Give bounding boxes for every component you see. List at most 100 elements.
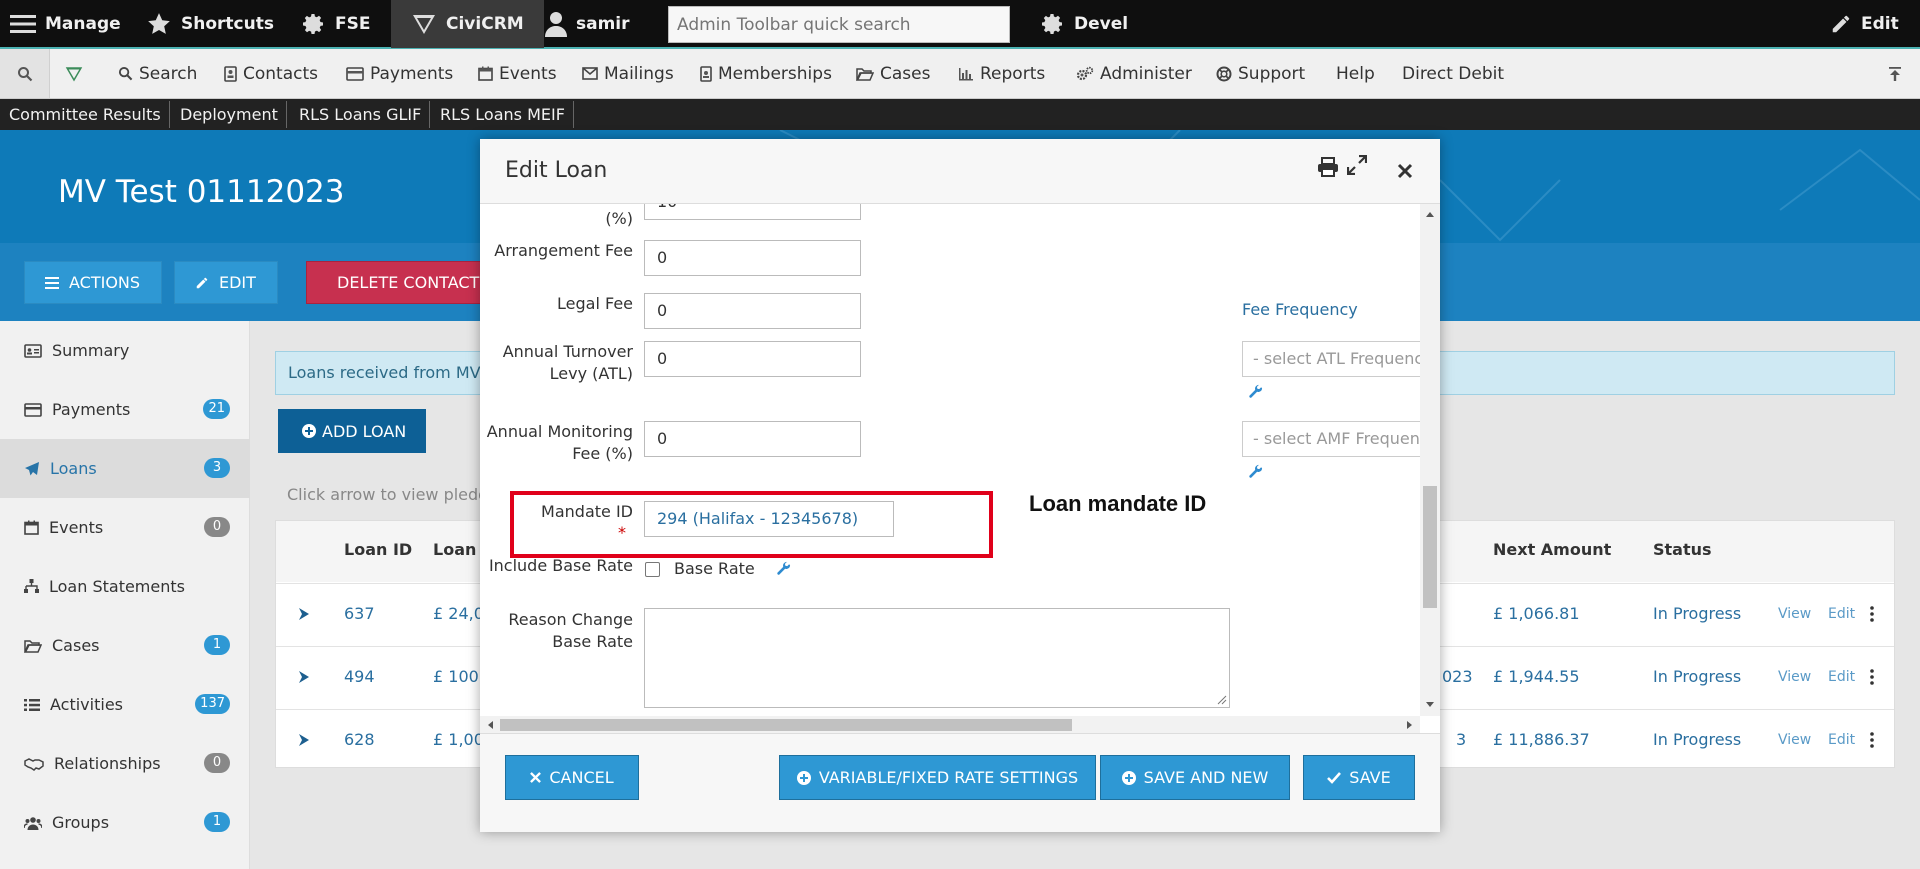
actions-button[interactable]: ACTIONS xyxy=(24,261,162,304)
amf-frequency-select[interactable]: - select AMF Frequency - xyxy=(1242,421,1426,457)
save-label: SAVE xyxy=(1349,768,1391,787)
atl-label: Annual Turnover Levy (ATL) xyxy=(502,342,633,383)
menu-label: Cases xyxy=(880,63,931,84)
users-icon xyxy=(24,816,42,830)
sidebar-item-summary[interactable]: Summary xyxy=(0,321,250,380)
menu-mailings[interactable]: Mailings xyxy=(582,49,674,98)
menu-reports[interactable]: Reports xyxy=(958,49,1045,98)
column-header[interactable]: Loan ID xyxy=(344,540,412,559)
menu-search[interactable]: Search xyxy=(118,49,197,98)
scroll-left-icon[interactable] xyxy=(487,720,494,730)
tab-rls-loans-meif[interactable]: RLS Loans MEIF xyxy=(432,101,574,128)
sidebar-item-cases[interactable]: Cases 1 xyxy=(0,616,250,675)
atl-input[interactable]: 0 xyxy=(644,341,861,377)
view-link[interactable]: View xyxy=(1778,669,1811,685)
more-options-icon[interactable] xyxy=(1870,669,1874,685)
manage-menu[interactable]: Manage xyxy=(10,0,121,48)
menu-support[interactable]: Support xyxy=(1216,49,1305,98)
view-link[interactable]: View xyxy=(1778,606,1811,622)
sidebar-item-loans[interactable]: Loans 3 xyxy=(0,439,250,498)
column-header[interactable]: Status xyxy=(1653,540,1712,559)
menu-administer[interactable]: Administer xyxy=(1076,49,1192,98)
expand-arrow-icon[interactable] xyxy=(298,670,310,684)
expand-arrow-icon[interactable] xyxy=(298,607,310,621)
wrench-icon[interactable] xyxy=(1248,384,1263,399)
user-menu[interactable]: samir xyxy=(545,0,630,48)
reason-change-base-rate-textarea[interactable] xyxy=(644,608,1230,708)
vertical-scrollbar[interactable] xyxy=(1420,204,1440,716)
loan-id-link[interactable]: 494 xyxy=(344,667,375,686)
menu-payments[interactable]: Payments xyxy=(346,49,453,98)
variable-fixed-rate-settings-button[interactable]: VARIABLE/FIXED RATE SETTINGS xyxy=(779,755,1096,800)
civicrm-menu[interactable]: CiviCRM xyxy=(391,0,544,48)
amf-input[interactable]: 0 xyxy=(644,421,861,457)
resize-handle-icon[interactable] xyxy=(1217,695,1227,705)
scroll-up-icon[interactable] xyxy=(1425,211,1435,218)
scrollbar-thumb[interactable] xyxy=(500,719,1072,731)
edit-link[interactable]: Edit xyxy=(1828,732,1855,748)
column-header[interactable]: Next Amount xyxy=(1493,540,1611,559)
close-icon[interactable] xyxy=(1397,163,1413,179)
add-loan-button[interactable]: ADD LOAN xyxy=(278,409,426,453)
wrench-icon[interactable] xyxy=(1248,464,1263,479)
quicksearch-button[interactable] xyxy=(0,49,50,98)
menu-events[interactable]: Events xyxy=(478,49,557,98)
horizontal-scrollbar[interactable] xyxy=(480,716,1420,733)
collapse-menu-button[interactable] xyxy=(1888,49,1902,98)
count-badge: 0 xyxy=(204,753,230,773)
tab-rls-loans-glif[interactable]: RLS Loans GLIF xyxy=(291,101,431,128)
more-options-icon[interactable] xyxy=(1870,732,1874,748)
sidebar-item-events[interactable]: Events 0 xyxy=(0,498,250,557)
tab-deployment[interactable]: Deployment xyxy=(172,101,287,128)
edit-link[interactable]: Edit xyxy=(1828,606,1855,622)
expand-arrow-icon[interactable] xyxy=(298,733,310,747)
scroll-right-icon[interactable] xyxy=(1406,720,1413,730)
scroll-down-icon[interactable] xyxy=(1425,701,1435,708)
menu-help[interactable]: Help xyxy=(1336,49,1375,98)
arrangement-fee-input[interactable]: 0 xyxy=(644,240,861,276)
sidebar-item-activities[interactable]: Activities 137 xyxy=(0,675,250,734)
manage-label: Manage xyxy=(45,14,121,34)
sidebar-item-payments[interactable]: Payments 21 xyxy=(0,380,250,439)
loan-id-link[interactable]: 637 xyxy=(344,604,375,623)
edit-contact-button[interactable]: EDIT xyxy=(174,261,278,304)
menu-direct-debit[interactable]: Direct Debit xyxy=(1402,49,1504,98)
legal-fee-input[interactable]: 0 xyxy=(644,293,861,329)
tab-committee-results[interactable]: Committee Results xyxy=(1,101,170,128)
edit-link[interactable]: Edit xyxy=(1828,669,1855,685)
print-icon[interactable] xyxy=(1317,157,1339,177)
scrollbar-thumb[interactable] xyxy=(1423,486,1437,608)
menu-cases[interactable]: Cases xyxy=(856,49,930,98)
edit-label: EDIT xyxy=(219,273,256,292)
delete-contact-button[interactable]: DELETE CONTACT xyxy=(306,261,486,304)
sidebar-item-relationships[interactable]: Relationships 0 xyxy=(0,734,250,793)
expand-icon[interactable] xyxy=(1347,155,1367,175)
sidebar-item-loan-statements[interactable]: Loan Statements xyxy=(0,557,250,616)
count-badge: 3 xyxy=(204,458,230,478)
edit-toggle[interactable]: Edit xyxy=(1830,0,1899,48)
toolbar-search-input[interactable] xyxy=(668,6,1010,43)
plus-circle-icon xyxy=(1121,770,1136,785)
more-options-icon[interactable] xyxy=(1870,606,1874,622)
base-rate-checkbox[interactable] xyxy=(645,562,660,577)
menu-memberships[interactable]: Memberships xyxy=(700,49,832,98)
next-date: 3 xyxy=(1456,730,1467,749)
shortcuts-menu[interactable]: Shortcuts xyxy=(146,0,274,48)
cancel-button[interactable]: CANCEL xyxy=(505,755,639,800)
fse-menu[interactable]: FSE xyxy=(302,0,370,48)
wrench-icon[interactable] xyxy=(776,561,791,576)
devel-menu[interactable]: Devel xyxy=(1041,0,1128,48)
view-link[interactable]: View xyxy=(1778,732,1811,748)
column-header[interactable]: Loan xyxy=(433,540,476,559)
sidebar-item-groups[interactable]: Groups 1 xyxy=(0,793,250,852)
civicrm-label: CiviCRM xyxy=(446,14,524,34)
partial-field-input[interactable]: 10 xyxy=(644,204,861,220)
loan-id-link[interactable]: 628 xyxy=(344,730,375,749)
civicrm-home-button[interactable] xyxy=(64,49,84,98)
save-and-new-button[interactable]: SAVE AND NEW xyxy=(1100,755,1290,800)
menu-contacts[interactable]: Contacts xyxy=(224,49,318,98)
loan-status: In Progress xyxy=(1653,730,1742,749)
save-button[interactable]: SAVE xyxy=(1303,755,1415,800)
mandate-id-select[interactable]: 294 (Halifax - 12345678) xyxy=(644,501,894,537)
atl-frequency-select[interactable]: - select ATL Frequency - xyxy=(1242,341,1426,377)
